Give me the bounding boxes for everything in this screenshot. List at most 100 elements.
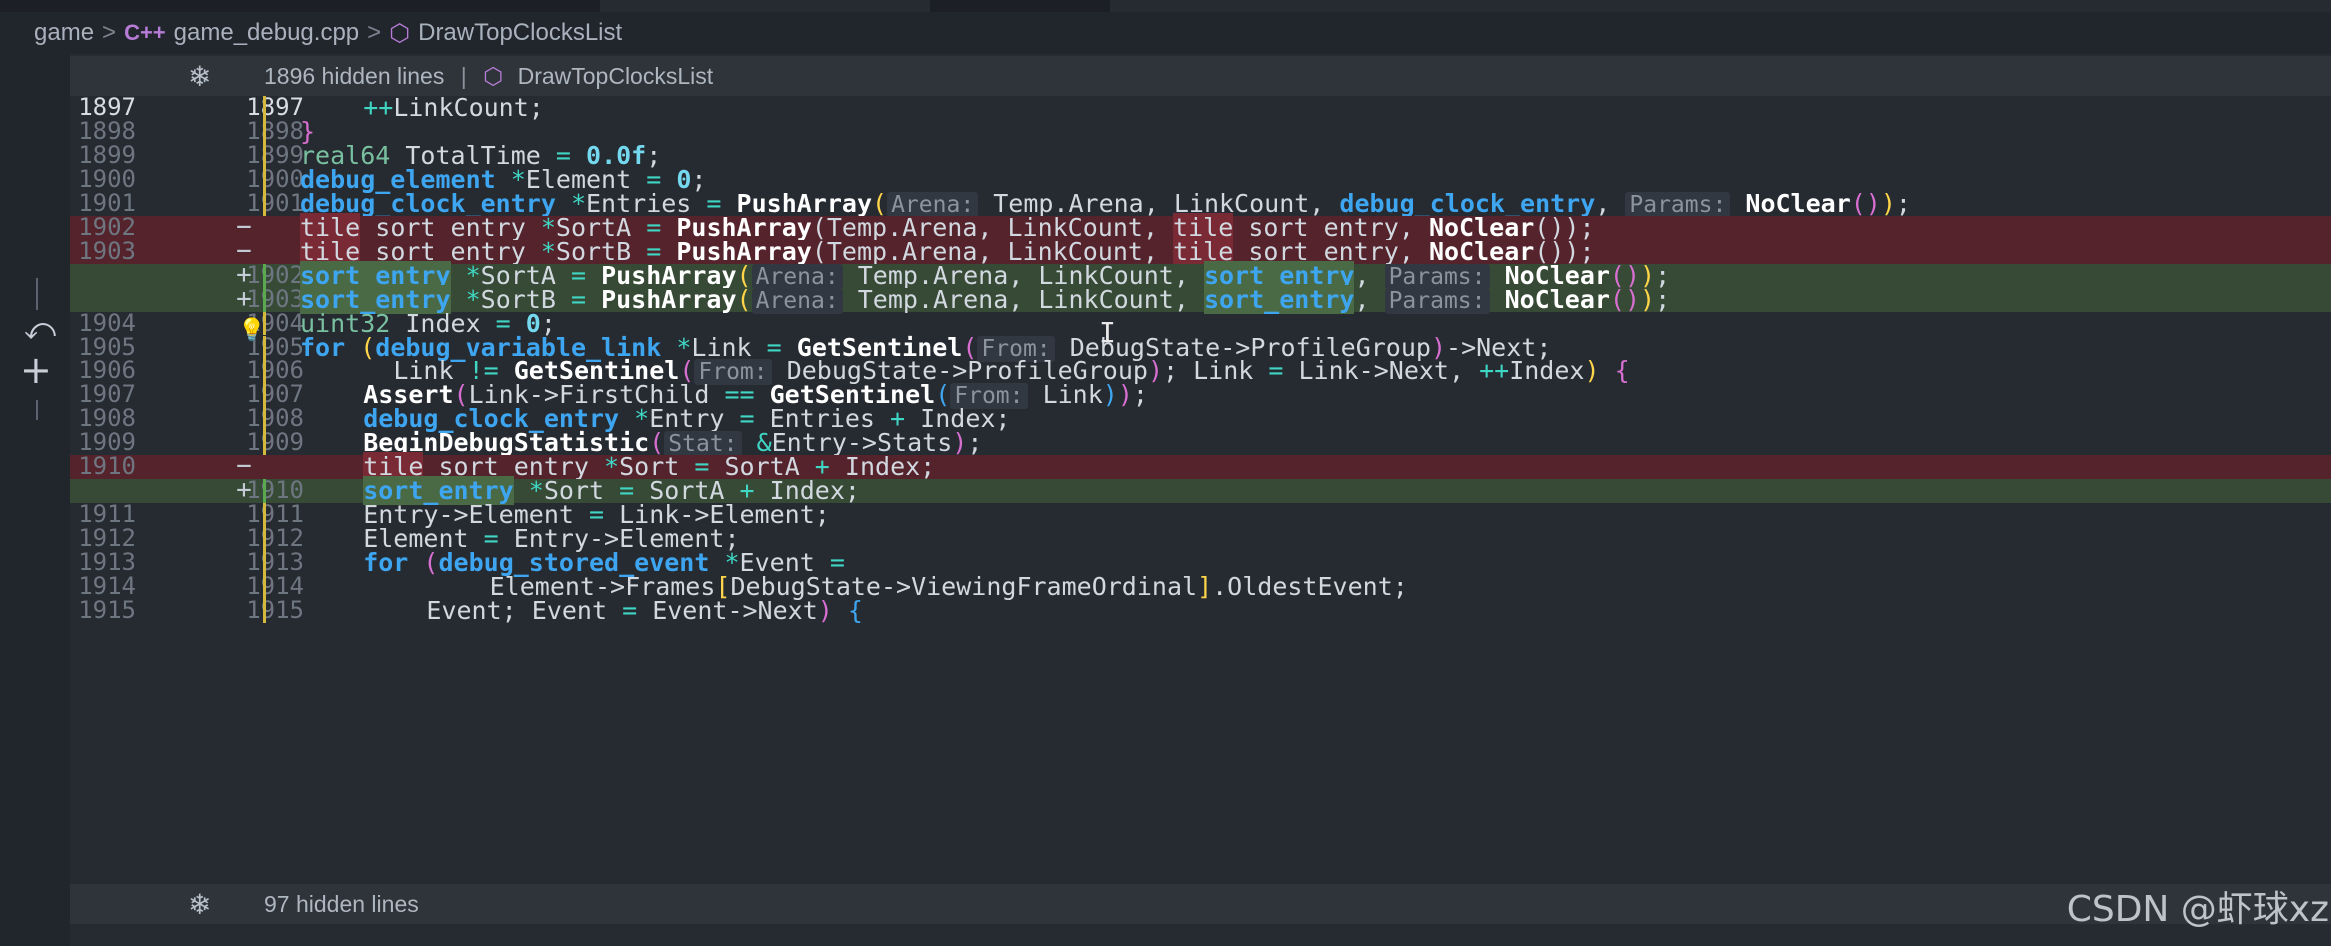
line-number-new: 1903 [246, 284, 304, 313]
unfold-icon[interactable]: ❄ [188, 60, 211, 93]
banner-separator: | [460, 63, 467, 89]
code-token: ) [952, 428, 968, 458]
tab-placeholder[interactable] [600, 0, 930, 12]
line-number-old: 1910 [78, 452, 136, 481]
line-number-new: 1901 [246, 188, 304, 217]
code-token: ( [423, 548, 439, 578]
code-token: ) [1584, 356, 1600, 386]
code-text[interactable]: Event; Event = Event->Next) { [426, 595, 863, 625]
code-token: ; [1655, 284, 1671, 314]
code-token: ++ [363, 93, 394, 122]
hidden-lines-banner-bottom[interactable]: ❄ 97 hidden lines [70, 884, 2331, 924]
code-token: Event; Event [426, 595, 623, 625]
inlay-hint: Arena: [751, 263, 843, 290]
line-number-new: 1915 [246, 595, 304, 624]
unfold-icon[interactable]: ❄ [188, 888, 211, 921]
text-cursor-icon: I [1099, 316, 1116, 349]
code-token: ( [736, 284, 752, 314]
change-indicator[interactable] [263, 598, 266, 623]
hunk-actions: ⤺ + [0, 270, 70, 420]
code-token: sort_entry [1203, 284, 1355, 314]
line-number-old: 1903 [78, 236, 136, 265]
inlay-hint: Params: [1384, 263, 1490, 290]
revert-hunk-icon[interactable]: ⤺ [24, 312, 56, 347]
breadcrumb-folder[interactable]: game [34, 19, 94, 47]
code-token: Event->Next [637, 595, 818, 625]
chevron-right-icon: > [102, 19, 117, 46]
code-token: for [300, 332, 346, 362]
code-token: NoClear [1745, 188, 1851, 218]
code-token: ) [1147, 356, 1163, 386]
tab-placeholder[interactable] [1110, 0, 2331, 12]
code-token: Index [1509, 356, 1585, 386]
breadcrumb-file[interactable]: C++ game_debug.cpp [124, 19, 359, 47]
hidden-lines-banner-top[interactable]: ❄ 1896 hidden lines | ⬡ DrawTopClocksLis… [70, 56, 2331, 96]
code-token: ; [967, 428, 983, 458]
code-token: , [1354, 284, 1385, 314]
code-token: .OldestEvent; [1212, 572, 1408, 601]
code-token: ; [1895, 188, 1911, 218]
code-token: ] [1197, 572, 1213, 601]
code-text[interactable]: ++LinkCount; [363, 93, 544, 122]
code-token: PushArray [601, 284, 737, 314]
code-line[interactable]: 1914 1914 Element->Frames[DebugState->View… [70, 572, 2331, 601]
code-line[interactable]: 1915 1915 Event; Event = Event->Next) { [70, 595, 2331, 625]
code-token: NoClear [1504, 284, 1610, 314]
title-strip [0, 0, 2331, 12]
inlay-hint: Arena: [751, 287, 843, 314]
change-indicator[interactable] [263, 263, 266, 288]
code-token: Temp.Arena, LinkCount, [842, 284, 1204, 314]
code-token: Link [1027, 380, 1103, 410]
breadcrumb: game > C++ game_debug.cpp > ⬡ DrawTopClo… [0, 12, 2331, 54]
code-token: ++ [1479, 356, 1510, 386]
code-token: Link->Next, [1283, 356, 1480, 386]
code-token: ) [1640, 284, 1656, 314]
stage-hunk-icon[interactable]: + [20, 348, 52, 392]
banner-symbol: DrawTopClocksList [517, 63, 714, 89]
code-token: = [622, 595, 638, 625]
code-token: for [363, 548, 409, 578]
code-token: ) [1102, 380, 1118, 410]
line-number-new: 1902 [246, 260, 304, 289]
line-number-new: 1904 [246, 308, 304, 337]
change-indicator[interactable] [263, 287, 266, 312]
code-line[interactable]: 1897 1897 ++LinkCount; [70, 93, 2331, 122]
breadcrumb-file-label: game_debug.cpp [173, 19, 360, 46]
change-indicator[interactable] [263, 191, 266, 216]
code-token: ; Link [1163, 356, 1269, 386]
line-number-new: 1909 [246, 428, 304, 457]
inlay-hint: Params: [1384, 287, 1490, 314]
inlay-hint: Params: [1625, 191, 1731, 218]
code-token: ) [1880, 188, 1896, 218]
line-number-old: 1904 [78, 308, 136, 337]
breadcrumb-symbol-label: DrawTopClocksList [418, 19, 623, 46]
code-token: Link [691, 332, 767, 362]
change-indicator[interactable] [263, 431, 266, 456]
code-token: = [1268, 356, 1284, 386]
hidden-lines-count: 97 hidden lines [264, 891, 419, 917]
code-token: , [1595, 188, 1626, 218]
cpp-file-icon: C++ [124, 20, 166, 45]
watermark: CSDN @虾球xz [2066, 889, 2329, 930]
code-token: () [1609, 284, 1641, 314]
added-marker: + [236, 283, 252, 314]
code-token: { [832, 595, 863, 625]
code-token: { [1599, 356, 1630, 386]
change-indicator[interactable] [263, 216, 266, 240]
line-number-old [70, 264, 136, 288]
code-token: LinkCount; [393, 93, 544, 122]
hidden-lines-count: 1896 hidden lines [264, 63, 445, 89]
line-number-old: 1915 [78, 595, 136, 624]
code-token: () [1850, 188, 1881, 218]
code-token: ) [817, 595, 833, 625]
breadcrumb-symbol[interactable]: ⬡ DrawTopClocksList [389, 19, 622, 48]
lightbulb-icon[interactable]: 💡 [238, 318, 265, 343]
hunk-divider [36, 278, 38, 310]
symbol-method-icon: ⬡ [483, 63, 504, 89]
code-token: ; [1132, 380, 1148, 410]
